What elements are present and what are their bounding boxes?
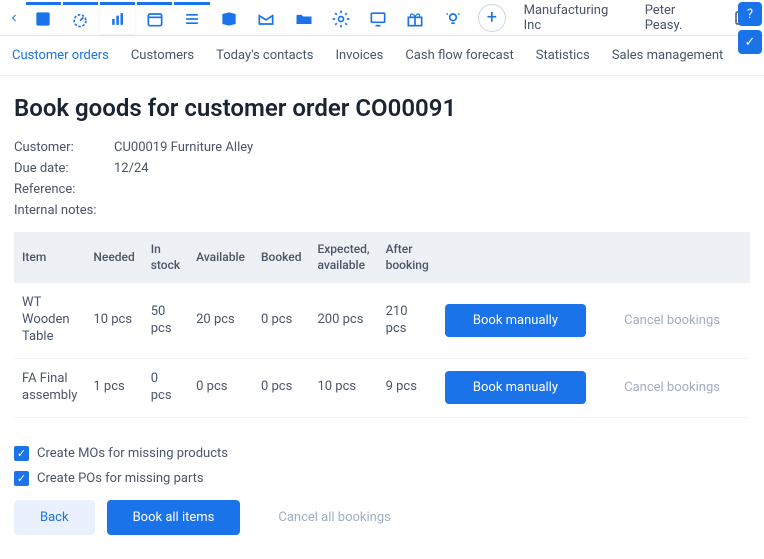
nav-icon-chart[interactable] — [100, 2, 135, 34]
customer-label: Customer: — [14, 140, 114, 155]
cell-instock: 50 pcs — [143, 283, 188, 358]
cell-booked: 0 pcs — [253, 283, 310, 358]
page-title: Book goods for customer order CO00091 — [14, 94, 750, 122]
th-booked: Booked — [253, 232, 310, 283]
th-cancel — [594, 232, 750, 283]
nav-icon-gift[interactable] — [398, 2, 433, 34]
topbar: + Manufacturing Inc Peter Peasy. — [0, 0, 764, 36]
due-label: Due date: — [14, 161, 114, 176]
cell-instock: 0 pcs — [143, 358, 188, 417]
cancel-all-button[interactable]: Cancel all bookings — [252, 500, 416, 535]
book-manually-button[interactable]: Book manually — [445, 371, 586, 404]
options-block: ✓ Create MOs for missing products ✓ Crea… — [14, 446, 750, 486]
cell-needed: 1 pcs — [85, 358, 142, 417]
side-buttons: ? ✓ — [738, 2, 762, 54]
subnav-invoices[interactable]: Invoices — [335, 48, 383, 63]
subnav-cash-flow[interactable]: Cash flow forecast — [405, 48, 513, 63]
th-expected: Expected, available — [309, 232, 377, 283]
th-instock: In stock — [143, 232, 188, 283]
help-button[interactable]: ? — [738, 2, 762, 26]
create-po-label: Create POs for missing parts — [37, 471, 204, 486]
ref-label: Reference: — [14, 182, 114, 197]
add-button[interactable]: + — [478, 4, 505, 32]
subnav-todays-contacts[interactable]: Today's contacts — [216, 48, 313, 63]
footer-buttons: Back Book all items Cancel all bookings — [14, 500, 750, 535]
due-value: 12/24 — [114, 161, 149, 176]
book-all-button[interactable]: Book all items — [107, 500, 241, 535]
customer-value: CU00019 Furniture Alley — [114, 140, 253, 155]
cell-available: 20 pcs — [188, 283, 253, 358]
user-name[interactable]: Peter Peasy. — [645, 3, 715, 33]
page-content: Book goods for customer order CO00091 Cu… — [0, 76, 764, 559]
subnav-customer-orders[interactable]: Customer orders — [12, 48, 109, 63]
cell-expected: 10 pcs — [309, 358, 377, 417]
th-available: Available — [188, 232, 253, 283]
nav-icon-dashboard[interactable] — [63, 2, 98, 34]
back-button[interactable]: Back — [14, 500, 95, 535]
book-manually-button[interactable]: Book manually — [445, 304, 586, 337]
cell-booked: 0 pcs — [253, 358, 310, 417]
meta-block: Customer:CU00019 Furniture Alley Due dat… — [14, 140, 750, 218]
booking-table: Item Needed In stock Available Booked Ex… — [14, 232, 750, 418]
nav-icon-folder[interactable] — [286, 2, 321, 34]
cell-available: 0 pcs — [188, 358, 253, 417]
cell-item: FA Final assembly — [14, 358, 85, 417]
cell-expected: 200 pcs — [309, 283, 377, 358]
nav-icon-list[interactable] — [174, 2, 209, 34]
back-arrow[interactable] — [4, 2, 24, 34]
nav-icon-1[interactable] — [26, 2, 61, 34]
cancel-bookings-button[interactable]: Cancel bookings — [602, 304, 742, 337]
cell-after: 210 pcs — [378, 283, 437, 358]
table-row: WT Wooden Table 10 pcs 50 pcs 20 pcs 0 p… — [14, 283, 750, 358]
notes-label: Internal notes: — [14, 203, 114, 218]
nav-icon-book[interactable] — [212, 2, 247, 34]
th-book — [437, 232, 594, 283]
th-needed: Needed — [85, 232, 142, 283]
nav-icon-gear[interactable] — [323, 2, 358, 34]
nav-icon-inbox[interactable] — [249, 2, 284, 34]
create-mo-label: Create MOs for missing products — [37, 446, 228, 461]
cell-item: WT Wooden Table — [14, 283, 85, 358]
cell-after: 9 pcs — [378, 358, 437, 417]
subnav-sales-mgmt[interactable]: Sales management — [612, 48, 723, 63]
tasks-button[interactable]: ✓ — [738, 30, 762, 54]
create-po-checkbox[interactable]: ✓ — [14, 471, 29, 486]
cell-needed: 10 pcs — [85, 283, 142, 358]
nav-icon-calendar[interactable] — [137, 2, 172, 34]
subnav: Customer orders Customers Today's contac… — [0, 36, 764, 76]
th-item: Item — [14, 232, 85, 283]
cancel-bookings-button[interactable]: Cancel bookings — [602, 371, 742, 404]
nav-icon-bulb[interactable] — [435, 2, 470, 34]
company-name[interactable]: Manufacturing Inc — [524, 3, 627, 33]
table-row: FA Final assembly 1 pcs 0 pcs 0 pcs 0 pc… — [14, 358, 750, 417]
subnav-customers[interactable]: Customers — [131, 48, 194, 63]
create-mo-checkbox[interactable]: ✓ — [14, 446, 29, 461]
nav-icon-monitor[interactable] — [361, 2, 396, 34]
th-after: After booking — [378, 232, 437, 283]
subnav-statistics[interactable]: Statistics — [536, 48, 590, 63]
